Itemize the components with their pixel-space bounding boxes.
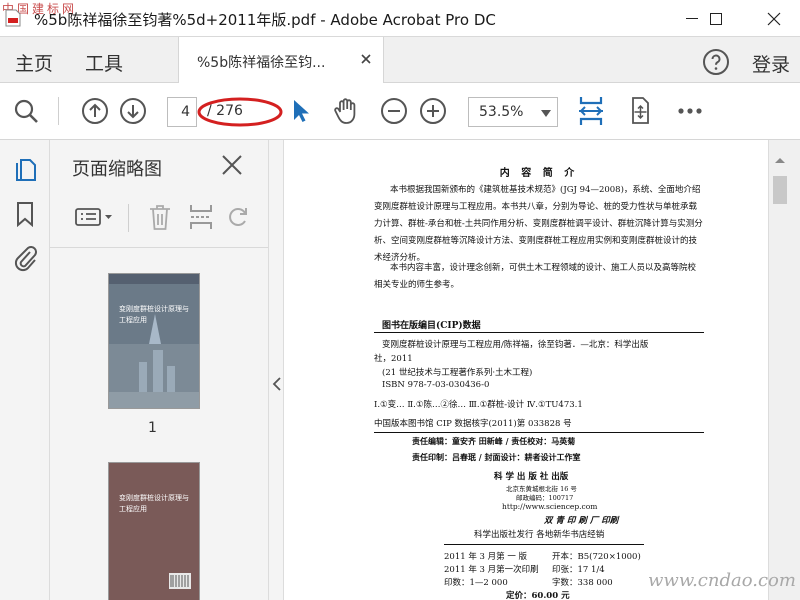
window-title: %5b陈祥福徐至钧著%5d+2011年版.pdf - Adobe Acrobat…: [34, 11, 496, 29]
document-tab-label: %5b陈祥福徐至钧...: [197, 55, 326, 71]
panel-toolbar: [50, 192, 268, 248]
intro-paragraph-2: 本书内容丰富，设计理念创新，可供土木工程领域的设计、施工人员以及高等院校相关专业…: [374, 263, 697, 290]
close-panel-icon[interactable]: [221, 154, 243, 176]
publisher-website: http://www.sciencep.com: [502, 502, 598, 511]
tab-tools[interactable]: 工具: [85, 49, 123, 76]
divider: [374, 432, 704, 433]
options-menu-icon[interactable]: [74, 202, 114, 232]
cip-line: Ⅰ.①变… Ⅱ.①陈…②徐… Ⅲ.①群桩-设计 Ⅳ.①TU473.1: [374, 400, 583, 410]
tab-document[interactable]: %5b陈祥福徐至钧...: [178, 37, 384, 83]
red-annotation-circle: [197, 97, 283, 127]
attachment-icon[interactable]: [11, 244, 39, 272]
cip-line: (21 世纪技术与工程著作系列·土木工程): [382, 368, 533, 378]
divider: [444, 544, 644, 545]
price-line: 定价：60.00 元: [506, 591, 570, 600]
page-thumbnail-1[interactable]: 变刚度群桩设计原理与工程应用: [108, 273, 200, 409]
site-watermark-bottom: www.cndao.com: [648, 570, 796, 591]
document-scrollbar[interactable]: [768, 140, 800, 600]
intro-paragraph: 本书根据我国新颁布的《建筑桩基技术规范》(JGJ 94—2008)，系统、全面地…: [374, 185, 703, 263]
cip-line: 社，2011: [374, 354, 413, 364]
edition-line: 2011 年 3 月第 一 版: [444, 552, 528, 562]
bookmark-icon[interactable]: [11, 200, 39, 228]
print-run-line: 印数：1—2 000: [444, 578, 508, 588]
cip-heading: 图书在版编目(CIP)数据: [382, 321, 481, 331]
search-icon[interactable]: [10, 95, 42, 127]
scroll-up-arrow-icon[interactable]: [769, 150, 791, 172]
toolbar-divider: [58, 97, 59, 125]
zoom-value: 53.5%: [479, 104, 524, 120]
close-window-button[interactable]: [752, 0, 796, 37]
chevron-left-icon: [272, 377, 281, 391]
fit-page-icon[interactable]: [575, 95, 607, 127]
maximize-button[interactable]: [694, 0, 738, 37]
collapse-panel-handle[interactable]: [268, 140, 284, 600]
distribution-line: 科学出版社发行 各地新华书店经销: [474, 530, 605, 540]
tab-bar: 主页 工具 %5b陈祥福徐至钧... 登录: [0, 37, 800, 83]
close-tab-icon[interactable]: [359, 52, 373, 66]
word-count-line: 字数：338 000: [552, 578, 613, 588]
help-icon[interactable]: [702, 48, 730, 76]
page-up-icon[interactable]: [79, 95, 111, 127]
panel-title: 页面缩略图: [72, 159, 162, 180]
divider: [374, 332, 704, 333]
more-options-icon[interactable]: [674, 95, 706, 127]
page-thumbnails-icon[interactable]: [11, 156, 39, 184]
page-heading: 内 容 简 介: [499, 168, 579, 179]
pdf-page: 内 容 简 介 本书根据我国新颁布的《建筑桩基技术规范》(JGJ 94—2008…: [374, 140, 704, 600]
document-view[interactable]: 内 容 简 介 本书根据我国新颁布的《建筑桩基技术规范》(JGJ 94—2008…: [284, 140, 768, 600]
cip-line: 变刚度群桩设计原理与工程应用/陈祥福，徐至钧著．—北京：科学出版: [382, 340, 649, 350]
format-line: 开本：B5(720×1000): [552, 552, 641, 562]
rotate-view-icon[interactable]: [624, 95, 656, 127]
panel-divider: [128, 204, 129, 232]
pdf-file-icon: [5, 9, 21, 27]
chevron-down-icon: [541, 110, 551, 117]
toolbar: 4 / 276 53.5%: [0, 83, 800, 140]
thumbnail-panel: 页面缩略图 变刚度群桩设计原理与工程应用 1 变刚度群桩设计原理与工程应用: [50, 140, 309, 600]
sheets-line: 印张：17 1/4: [552, 565, 605, 575]
thumbnail-cover-title: 变刚度群桩设计原理与工程应用: [119, 494, 189, 513]
publisher-name: 科 学 出 版 社 出版: [494, 472, 569, 482]
publisher-zip: 邮政编码：100717: [516, 494, 574, 502]
page-number-input[interactable]: 4: [167, 97, 197, 127]
document-scroll-thumb[interactable]: [773, 176, 787, 204]
printer-name: 双 青 印 刷 厂 印刷: [544, 516, 619, 526]
rotate-icon[interactable]: [226, 202, 250, 232]
zoom-level-select[interactable]: 53.5%: [468, 97, 558, 127]
select-cursor-icon[interactable]: [283, 95, 315, 127]
navigation-rail: [0, 140, 50, 600]
printing-line: 2011 年 3 月第一次印刷: [444, 565, 539, 575]
hand-tool-icon[interactable]: [330, 95, 362, 127]
title-bar: 中国建标网 %5b陈祥福徐至钧著%5d+2011年版.pdf - Adobe A…: [0, 0, 800, 37]
page-thumbnail-2[interactable]: 变刚度群桩设计原理与工程应用: [108, 462, 200, 600]
insert-page-icon[interactable]: [187, 202, 215, 232]
thumbnail-cover-title: 变刚度群桩设计原理与工程应用: [119, 305, 189, 324]
thumbnail-page-label: 1: [148, 420, 157, 436]
print-credits: 责任印制：吕春珉 / 封面设计：耕者设计工作室: [412, 452, 581, 462]
login-button[interactable]: 登录: [752, 50, 790, 77]
cip-line: ISBN 978-7-03-030436-0: [382, 380, 490, 390]
zoom-in-icon[interactable]: [417, 95, 449, 127]
editor-credits: 责任编辑：童安齐 田新峰 / 责任校对：马英菊: [412, 436, 576, 446]
zoom-out-icon[interactable]: [378, 95, 410, 127]
page-down-icon[interactable]: [117, 95, 149, 127]
cip-line: 中国版本图书馆 CIP 数据核字(2011)第 033828 号: [374, 419, 572, 429]
trash-icon[interactable]: [146, 202, 174, 232]
tab-home[interactable]: 主页: [15, 49, 53, 76]
